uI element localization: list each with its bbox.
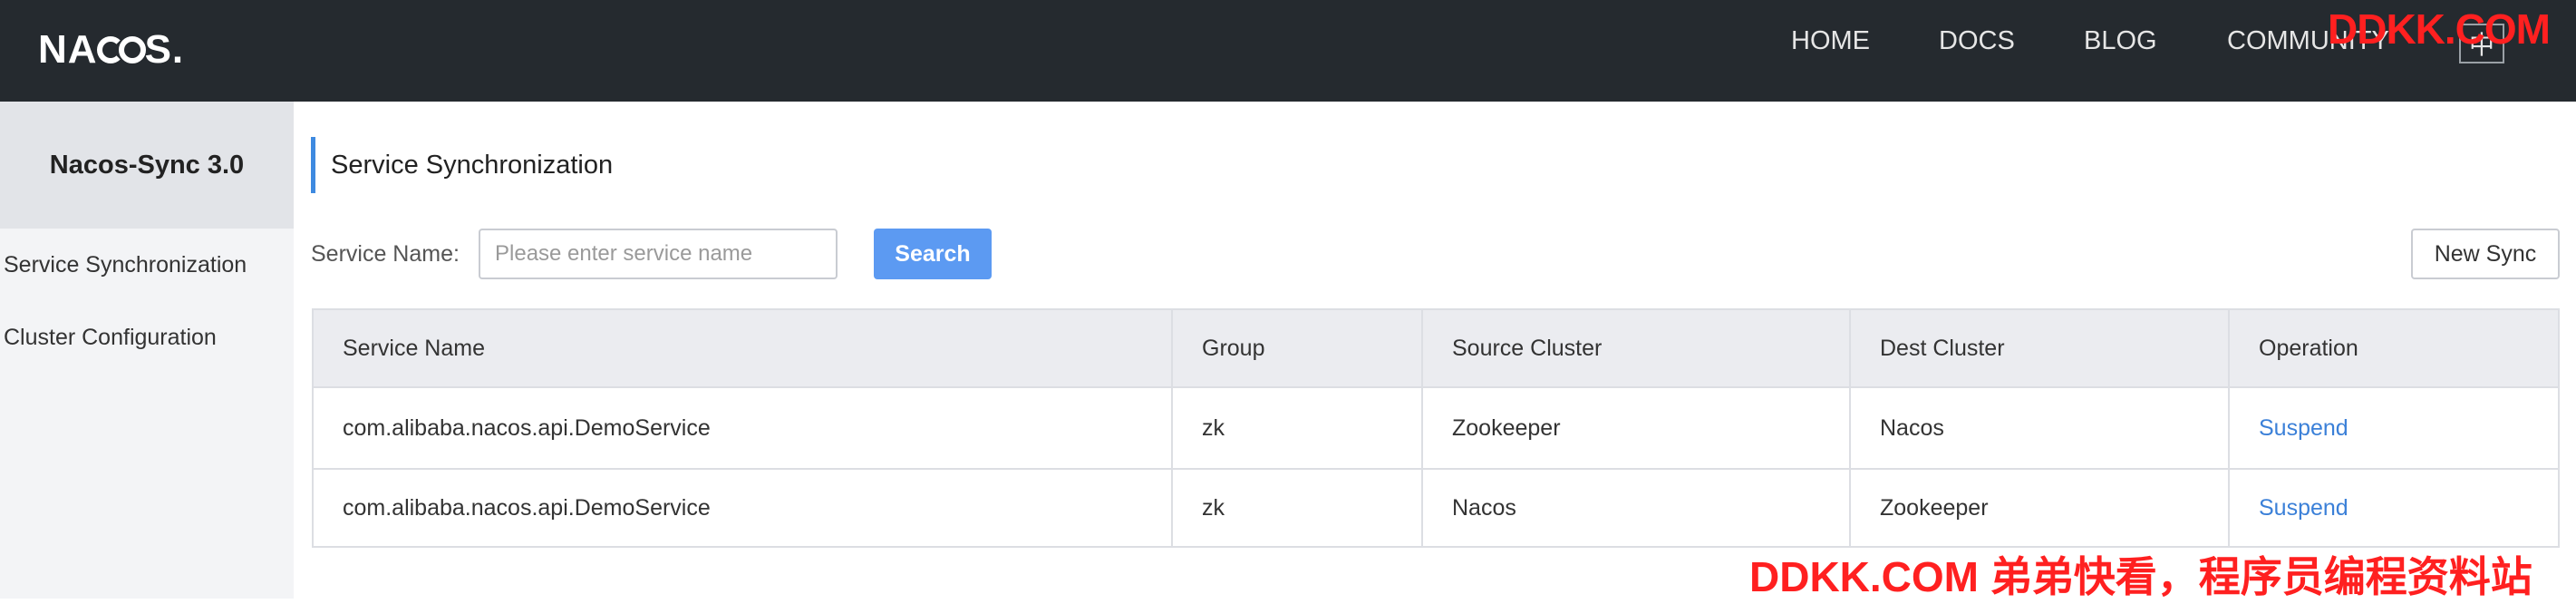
table-row: com.alibaba.nacos.api.DemoService zk Zoo…	[314, 388, 2558, 470]
cell-operation: Suspend	[2230, 388, 2558, 468]
sidebar-title: Nacos-Sync 3.0	[0, 102, 294, 229]
top-navigation-bar: NA S. HOME DOCS BLOG COMMUNITY 中 DDKK.CO…	[0, 0, 2576, 102]
sync-table: Service Name Group Source Cluster Dest C…	[312, 308, 2560, 548]
cell-group: zk	[1173, 388, 1423, 468]
new-sync-button[interactable]: New Sync	[2411, 229, 2560, 279]
cell-source-cluster: Zookeeper	[1423, 388, 1851, 468]
cell-dest-cluster: Zookeeper	[1851, 470, 2230, 546]
suspend-link[interactable]: Suspend	[2259, 495, 2348, 521]
nacos-logo[interactable]: NA S.	[38, 20, 184, 80]
nav-docs[interactable]: DOCS	[1939, 0, 2015, 82]
table-row: com.alibaba.nacos.api.DemoService zk Nac…	[314, 470, 2558, 546]
column-header-operation: Operation	[2259, 335, 2358, 361]
cell-dest-cluster: Nacos	[1851, 388, 2230, 468]
watermark-top: DDKK.COM	[2328, 5, 2551, 53]
watermark-bottom: DDKK.COM 弟弟快看，程序员编程资料站	[1749, 553, 2532, 600]
sidebar-item-cluster-configuration[interactable]: Cluster Configuration	[4, 319, 217, 356]
column-header-group: Group	[1173, 310, 1423, 386]
table-header-row: Service Name Group Source Cluster Dest C…	[314, 310, 2558, 388]
logo-text-start: NA	[38, 27, 98, 72]
title-accent-bar	[311, 137, 315, 193]
service-name-search-input[interactable]	[479, 229, 838, 279]
nav-home[interactable]: HOME	[1791, 0, 1870, 82]
logo-text-end: S.	[144, 27, 185, 72]
sidebar: Nacos-Sync 3.0 Service Synchronization C…	[0, 102, 294, 599]
column-header-dest-cluster: Dest Cluster	[1851, 310, 2230, 386]
page-title: Service Synchronization	[331, 150, 614, 180]
nav-blog[interactable]: BLOG	[2084, 0, 2157, 82]
sidebar-item-service-synchronization[interactable]: Service Synchronization	[4, 247, 247, 283]
cell-service-name: com.alibaba.nacos.api.DemoService	[314, 470, 1173, 546]
suspend-link[interactable]: Suspend	[2259, 415, 2348, 442]
column-header-service-name: Service Name	[314, 310, 1173, 386]
service-name-label: Service Name:	[311, 240, 460, 267]
cell-operation: Suspend	[2230, 470, 2558, 546]
cell-group: zk	[1173, 470, 1423, 546]
search-button[interactable]: Search	[874, 229, 992, 279]
cell-service-name: com.alibaba.nacos.api.DemoService	[314, 388, 1173, 468]
cell-source-cluster: Nacos	[1423, 470, 1851, 546]
logo-rings-icon	[96, 36, 146, 63]
column-header-source-cluster: Source Cluster	[1423, 310, 1851, 386]
